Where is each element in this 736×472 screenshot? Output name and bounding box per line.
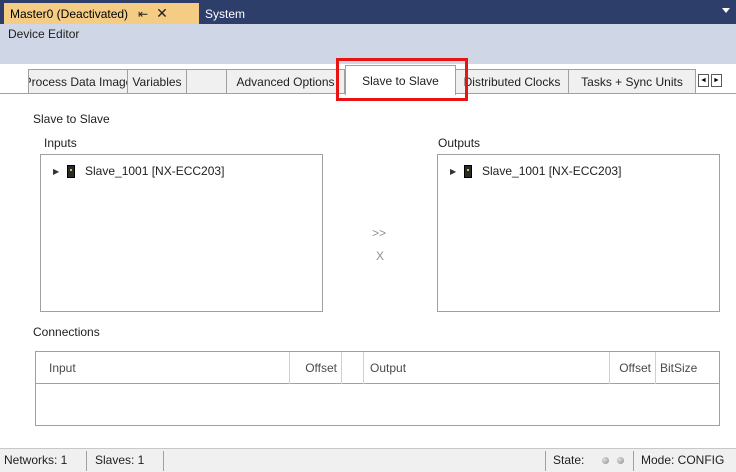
state-led-icon <box>602 457 609 464</box>
inputs-tree[interactable]: ▶ Slave_1001 [NX-ECC203] <box>40 154 323 312</box>
outputs-label: Outputs <box>438 136 481 150</box>
close-icon[interactable]: ✕ <box>156 5 168 22</box>
tab-variables[interactable]: Variables <box>127 69 187 93</box>
divider <box>545 451 546 471</box>
tree-item-label: Slave_1001 [NX-ECC203] <box>482 164 622 178</box>
divider <box>163 451 164 471</box>
chevron-down-icon[interactable] <box>722 8 730 13</box>
column-offset-2[interactable]: Offset <box>610 352 656 384</box>
connections-label: Connections <box>33 325 100 339</box>
networks-count: Networks: 1 <box>4 453 68 467</box>
editor-header <box>0 24 736 64</box>
tree-item-label: Slave_1001 [NX-ECC203] <box>85 164 225 178</box>
device-icon <box>67 164 75 178</box>
device-icon <box>464 164 472 178</box>
tab-advanced-options[interactable]: Advanced Options <box>226 69 345 93</box>
add-connection-button[interactable]: >> <box>372 226 386 240</box>
tab-slave-to-slave[interactable]: Slave to Slave <box>345 65 456 95</box>
column-output[interactable]: Output <box>364 352 610 384</box>
column-input[interactable]: Input <box>36 352 290 384</box>
tab-process-data-image[interactable]: Process Data Image <box>28 69 128 93</box>
divider <box>633 451 634 471</box>
slaves-count: Slaves: 1 <box>95 453 145 467</box>
expand-arrow-icon[interactable]: ▶ <box>450 167 464 176</box>
inputs-label: Inputs <box>44 136 77 150</box>
divider <box>86 451 87 471</box>
doc-tab-system[interactable]: System <box>201 3 261 24</box>
expand-arrow-icon[interactable]: ▶ <box>53 167 67 176</box>
editor-title: Device Editor <box>8 27 80 41</box>
remove-connection-button[interactable]: X <box>376 249 384 263</box>
mode-label: Mode: CONFIG <box>641 453 725 467</box>
state-label: State: <box>553 453 585 467</box>
outputs-tree[interactable]: ▶ Slave_1001 [NX-ECC203] <box>437 154 720 312</box>
tree-item[interactable]: ▶ Slave_1001 [NX-ECC203] <box>53 164 224 178</box>
section-title: Slave to Slave <box>33 112 110 126</box>
tree-item[interactable]: ▶ Slave_1001 [NX-ECC203] <box>450 164 621 178</box>
tab-tasks-sync-units[interactable]: Tasks + Sync Units <box>568 69 696 93</box>
doc-tab-master0-label: Master0 (Deactivated) <box>10 6 129 21</box>
scroll-right-icon[interactable]: ► <box>711 74 722 87</box>
column-spacer <box>342 352 364 384</box>
column-bitsize[interactable]: BitSize <box>656 352 719 384</box>
connections-table[interactable]: Input Offset Output Offset BitSize <box>35 351 720 426</box>
column-offset[interactable]: Offset <box>290 352 342 384</box>
document-tab-strip: Master0 (Deactivated) ⇤ ✕ System <box>0 0 736 24</box>
status-bar: Networks: 1 Slaves: 1 State: Mode: CONFI… <box>0 448 736 472</box>
pin-icon[interactable]: ⇤ <box>138 7 148 21</box>
scroll-left-icon[interactable]: ◄ <box>698 74 709 87</box>
tab-distributed-clocks[interactable]: Distributed Clocks <box>455 69 569 93</box>
tab-variables-pad <box>186 69 227 93</box>
doc-tab-master0[interactable]: Master0 (Deactivated) ⇤ ✕ <box>4 3 199 24</box>
table-header: Input Offset Output Offset BitSize <box>36 352 719 384</box>
doc-tab-system-label: System <box>205 6 246 21</box>
state-led-icon <box>617 457 624 464</box>
